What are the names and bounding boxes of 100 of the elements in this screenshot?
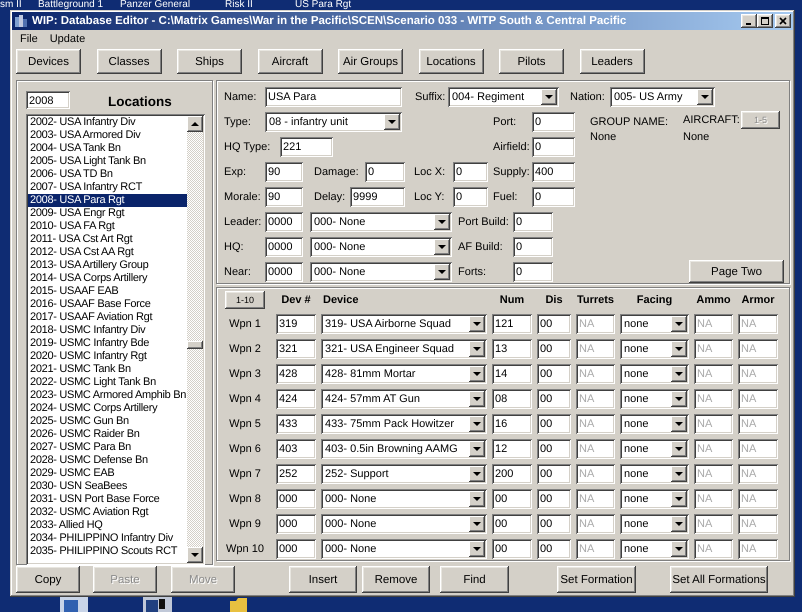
weapon-field[interactable]: 00	[537, 488, 571, 508]
toolbar-button[interactable]: Aircraft	[258, 49, 322, 74]
loc-y-field[interactable]: 0	[453, 186, 488, 206]
desktop-icon-label[interactable]: sm II	[0, 0, 38, 10]
scroll-down-icon[interactable]	[187, 547, 203, 563]
weapon-field[interactable]: 08	[492, 388, 532, 408]
search-field[interactable]: 2008	[26, 91, 70, 109]
app-icon[interactable]	[14, 14, 28, 28]
minimize-button[interactable]	[741, 14, 757, 28]
location-item[interactable]: 2005- USA Light Tank Bn	[28, 155, 187, 168]
weapon-field[interactable]: 319	[276, 314, 316, 334]
action-button[interactable]: Remove	[362, 566, 430, 593]
desktop-icon-label[interactable]: US Para Rgt	[295, 0, 405, 10]
location-item[interactable]: 2029- USMC EAB	[28, 467, 187, 480]
weapon-field[interactable]: 13	[492, 338, 532, 358]
location-item[interactable]: 2028- USMC Defense Bn	[28, 454, 187, 467]
af-build-field[interactable]: 0	[513, 236, 553, 256]
location-item[interactable]: 2003- USA Armored Div	[28, 129, 187, 142]
location-item[interactable]: 2021- USMC Tank Bn	[28, 363, 187, 376]
weapon-field[interactable]: 000	[276, 538, 316, 558]
weapon-field[interactable]: 00	[492, 514, 532, 534]
maximize-button[interactable]	[757, 14, 773, 28]
weapon-dropdown[interactable]: 428- 81mm Mortar	[321, 364, 487, 384]
weapon-field[interactable]: 12	[492, 438, 532, 458]
weapon-dropdown[interactable]: 321- USA Engineer Squad	[321, 338, 487, 358]
weapon-dropdown[interactable]: 319- USA Airborne Squad	[321, 314, 487, 334]
loc-x-field[interactable]: 0	[453, 162, 488, 182]
location-item[interactable]: 2011- USA Cst Art Rgt	[28, 233, 187, 246]
action-button[interactable]: Copy	[16, 566, 80, 593]
location-item[interactable]: 2013- USA Artillery Group	[28, 259, 187, 272]
airfield-field[interactable]: 0	[532, 136, 575, 156]
near-code-field[interactable]: 0000	[265, 262, 303, 282]
action-button[interactable]: Set Formation	[557, 566, 636, 593]
weapon-dropdown[interactable]: 252- Support	[321, 464, 487, 484]
weapon-field[interactable]: 00	[537, 388, 571, 408]
weapon-field[interactable]: 433	[276, 414, 316, 434]
location-item[interactable]: 2012- USA Cst AA Rgt	[28, 246, 187, 259]
weapon-dropdown[interactable]: none	[620, 538, 689, 558]
weapon-dropdown[interactable]: 000- None	[321, 488, 487, 508]
close-button[interactable]	[775, 14, 791, 28]
type-dropdown[interactable]: 08 - infantry unit	[265, 112, 402, 132]
weapon-field[interactable]: 00	[492, 538, 532, 558]
weapon-field[interactable]: 00	[492, 488, 532, 508]
suffix-dropdown[interactable]: 004- Regiment	[448, 86, 559, 106]
weapon-dropdown[interactable]: none	[620, 438, 689, 458]
weapon-field[interactable]: 00	[537, 464, 571, 484]
weapon-field[interactable]: 00	[537, 438, 571, 458]
menu-item[interactable]: Update	[44, 32, 92, 44]
location-item[interactable]: 2024- USMC Corps Artillery	[28, 402, 187, 415]
weapon-dropdown[interactable]: none	[620, 364, 689, 384]
scroll-up-icon[interactable]	[187, 116, 203, 132]
damage-field[interactable]: 0	[365, 162, 405, 182]
location-item[interactable]: 2035- PHILIPPINO Scouts RCT	[28, 545, 187, 558]
location-item[interactable]: 2006- USA TD Bn	[28, 168, 187, 181]
exp-field[interactable]: 90	[265, 162, 303, 182]
weapon-dropdown[interactable]: none	[620, 314, 689, 334]
location-item[interactable]: 2020- USMC Infantry Rgt	[28, 350, 187, 363]
action-button[interactable]: Insert	[289, 566, 357, 593]
nation-dropdown[interactable]: 005- US Army	[610, 86, 715, 106]
location-item[interactable]: 2008- USA Para Rgt	[28, 194, 187, 207]
scrollbar[interactable]	[187, 116, 203, 563]
weapon-dropdown[interactable]: none	[620, 388, 689, 408]
weapon-field[interactable]: 00	[537, 314, 571, 334]
weapon-field[interactable]: 16	[492, 414, 532, 434]
fuel-field[interactable]: 0	[532, 186, 575, 206]
desktop-icon-label[interactable]: Battleground 1	[38, 0, 120, 10]
action-button[interactable]: Set All Formations	[670, 566, 768, 593]
page-two-button[interactable]: Page Two	[689, 260, 784, 283]
toolbar-button[interactable]: Air Groups	[338, 49, 403, 74]
weapon-field[interactable]: 00	[537, 414, 571, 434]
location-item[interactable]: 2032- USMC Aviation Rgt	[28, 506, 187, 519]
location-item[interactable]: 2007- USA Infantry RCT	[28, 181, 187, 194]
location-item[interactable]: 2031- USN Port Base Force	[28, 493, 187, 506]
leader-dropdown[interactable]: 000- None	[310, 212, 452, 232]
weapon-dropdown[interactable]: 424- 57mm AT Gun	[321, 388, 487, 408]
location-item[interactable]: 2022- USMC Light Tank Bn	[28, 376, 187, 389]
weapon-field[interactable]: 252	[276, 464, 316, 484]
near-dropdown[interactable]: 000- None	[310, 262, 452, 282]
page-button[interactable]: 1-10	[225, 291, 265, 309]
location-item[interactable]: 2017- USAAF Aviation Rgt	[28, 311, 187, 324]
toolbar-button[interactable]: Devices	[16, 49, 81, 74]
menu-item[interactable]: File	[14, 32, 44, 44]
morale-field[interactable]: 90	[265, 186, 303, 206]
location-item[interactable]: 2009- USA Engr Rgt	[28, 207, 187, 220]
desktop-icon[interactable]	[143, 597, 172, 612]
weapon-dropdown[interactable]: 403- 0.5in Browning AAMG	[321, 438, 487, 458]
toolbar-button[interactable]: Leaders	[580, 49, 644, 74]
action-button[interactable]: Find	[440, 566, 509, 593]
weapon-field[interactable]: 403	[276, 438, 316, 458]
location-item[interactable]: 2016- USAAF Base Force	[28, 298, 187, 311]
delay-field[interactable]: 9999	[350, 186, 405, 206]
location-item[interactable]: 2023- USMC Armored Amphib Bn	[28, 389, 187, 402]
location-item[interactable]: 2027- USMC Para Bn	[28, 441, 187, 454]
weapon-dropdown[interactable]: 000- None	[321, 538, 487, 558]
weapon-field[interactable]: 00	[537, 338, 571, 358]
weapon-field[interactable]: 121	[492, 314, 532, 334]
hq-type-field[interactable]: 221	[280, 136, 333, 156]
location-item[interactable]: 2025- USMC Gun Bn	[28, 415, 187, 428]
weapon-dropdown[interactable]: none	[620, 338, 689, 358]
toolbar-button[interactable]: Classes	[96, 49, 162, 74]
